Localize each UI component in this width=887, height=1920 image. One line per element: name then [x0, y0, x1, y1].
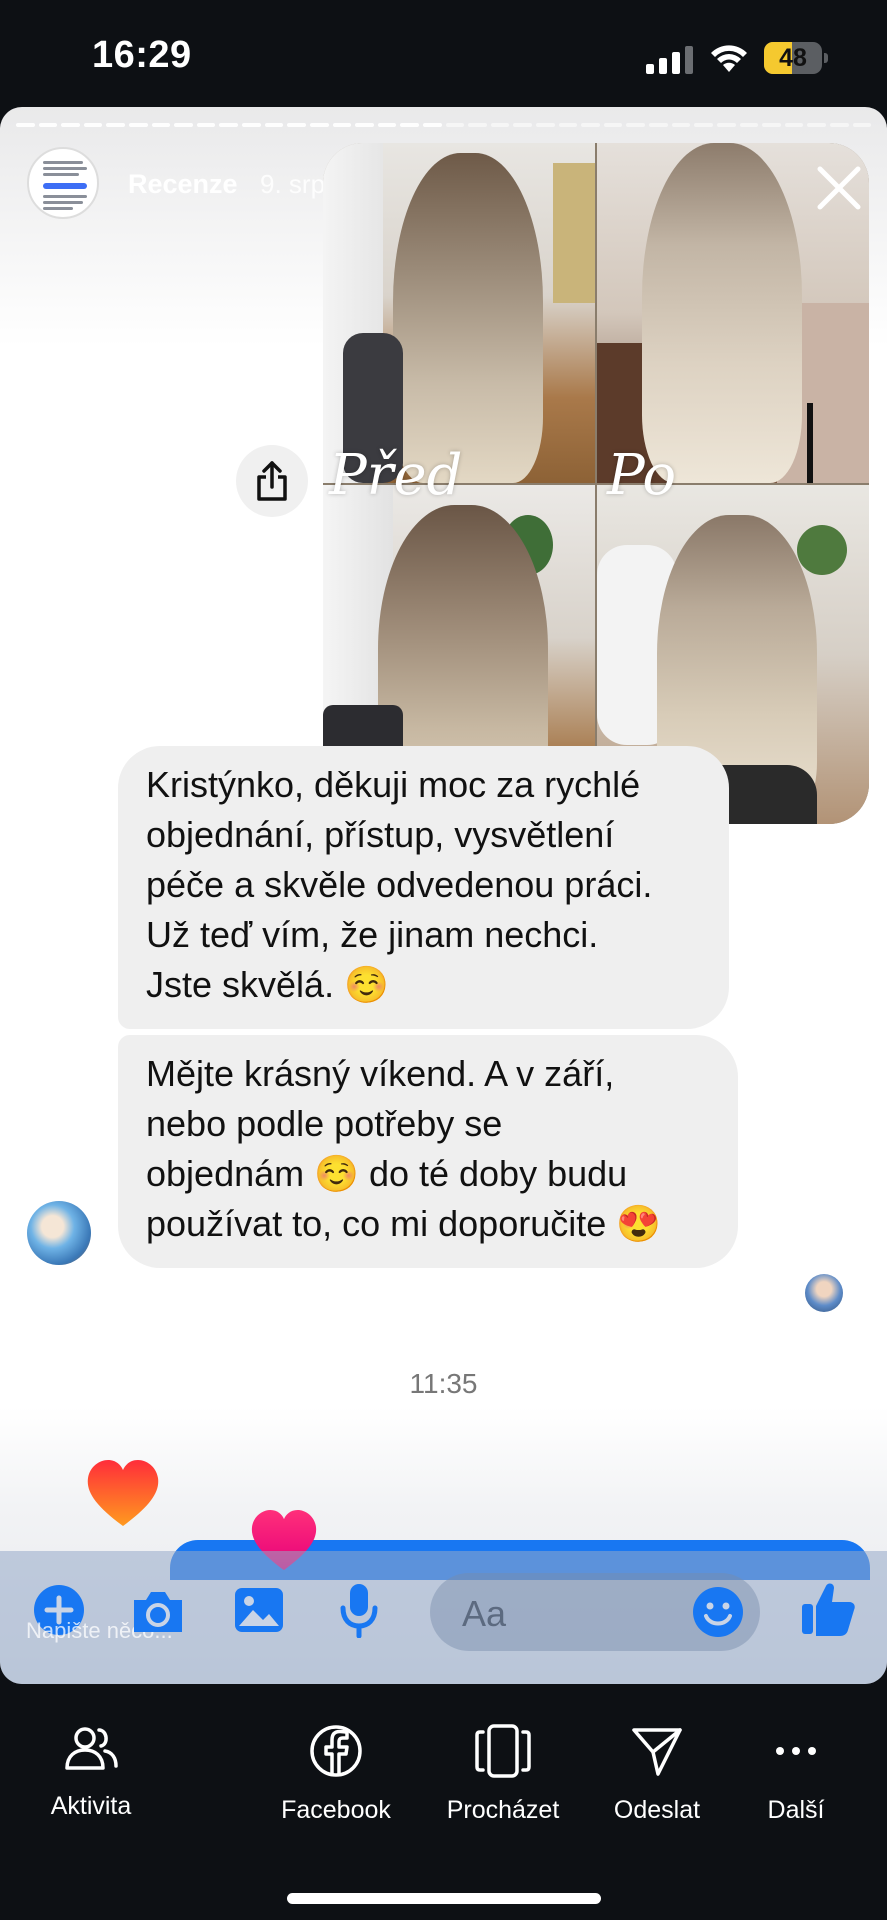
heart-reaction-icon [87, 1460, 159, 1526]
camera-icon[interactable] [130, 1588, 186, 1636]
story-progress-segment [694, 123, 713, 127]
facebook-icon [310, 1725, 362, 1777]
nav-label: Procházet [446, 1796, 560, 1824]
story-progress-segment [16, 123, 35, 127]
nav-activity[interactable]: Aktivita [16, 1724, 166, 1821]
message-text: Mějte krásný víkend. A v září, nebo podl… [146, 1053, 662, 1244]
story-progress-segment [174, 123, 193, 127]
read-receipt-avatar [805, 1274, 843, 1312]
photo-before-top [323, 143, 595, 483]
nav-facebook[interactable]: Facebook [261, 1724, 411, 1825]
message-input-placeholder: Aa [462, 1593, 507, 1634]
gallery-icon[interactable] [233, 1586, 285, 1634]
story-progress-segment [784, 123, 804, 127]
story-progress-segment [377, 123, 397, 127]
story-progress-segment [852, 123, 872, 127]
story-title[interactable]: Recenze [128, 169, 238, 200]
story-progress-segment [242, 123, 261, 127]
share-button[interactable] [236, 445, 308, 517]
nav-label: Odeslat [613, 1796, 701, 1824]
story-progress-segment [671, 123, 691, 127]
home-indicator[interactable] [287, 1893, 601, 1904]
nav-label: Další [767, 1796, 825, 1824]
people-icon [65, 1727, 118, 1770]
story-photo[interactable]: Před Po [323, 143, 869, 824]
story-progress-segment [264, 123, 284, 127]
more-icon [776, 1747, 816, 1755]
story-progress-segment [332, 123, 352, 127]
story-progress-segment [400, 123, 419, 127]
story-progress-segment [445, 123, 465, 127]
story-progress-segment [129, 123, 148, 127]
nav-send[interactable]: Odeslat [582, 1724, 732, 1825]
nav-browse[interactable]: Procházet [428, 1724, 578, 1825]
cellular-signal-icon [646, 46, 693, 74]
story-progress-segment [83, 123, 103, 127]
message-text: Kristýnko, děkuji moc za rychlé objednán… [146, 764, 653, 1005]
browse-icon [475, 1724, 531, 1778]
wifi-icon [711, 45, 747, 72]
story-progress-segment [716, 123, 736, 127]
nav-label: Facebook [281, 1796, 391, 1824]
microphone-icon[interactable] [338, 1582, 380, 1638]
story-progress-segment [490, 123, 510, 127]
story-progress-segment [649, 123, 668, 127]
share-icon [257, 461, 287, 501]
story-progress-segment [829, 123, 849, 127]
close-icon[interactable] [812, 161, 866, 215]
story-progress-segment [196, 123, 216, 127]
bottom-navigation: Aktivita Facebook Procházet Odeslat Dalš… [0, 1684, 887, 1920]
story-progress-segment [309, 123, 329, 127]
story-progress-segment [807, 123, 826, 127]
battery-indicator: 48 [764, 42, 828, 74]
photo-label-before: Před [329, 443, 463, 508]
emoji-icon[interactable] [692, 1586, 744, 1638]
story-progress-segment [151, 123, 171, 127]
message-bubble[interactable]: Kristýnko, děkuji moc za rychlé objednán… [118, 746, 729, 1029]
send-icon [632, 1728, 682, 1776]
message-timestamp: 11:35 [409, 1368, 478, 1399]
story-progress-segment [581, 123, 600, 127]
message-bubble[interactable]: Mějte krásný víkend. A v září, nebo podl… [118, 1035, 738, 1268]
story-progress-segment [468, 123, 487, 127]
story-progress-segment [287, 123, 306, 127]
story-progress-segment [626, 123, 646, 127]
battery-level: 48 [779, 44, 807, 72]
story-progress-segment [762, 123, 781, 127]
story-progress-segment [61, 123, 80, 127]
story-progress-segment [603, 123, 623, 127]
screen: 16:29 48 Recenze 9. srpna Před Po Kristý… [0, 0, 887, 1920]
story-progress-segment [739, 123, 759, 127]
story-progress-segment [422, 123, 442, 127]
story-progress-segment [38, 123, 58, 127]
story-card[interactable]: Recenze 9. srpna 2024 [0, 107, 887, 1684]
thumbs-up-icon[interactable] [800, 1580, 856, 1638]
sender-avatar[interactable] [27, 1201, 91, 1265]
story-progress-segment [219, 123, 239, 127]
story-progress-segment [513, 123, 533, 127]
status-time: 16:29 [92, 34, 192, 76]
story-progress-segment [106, 123, 126, 127]
story-progress-segment [355, 123, 374, 127]
story-avatar[interactable] [27, 147, 99, 219]
status-bar: 16:29 48 [0, 0, 887, 108]
photo-label-after: Po [607, 443, 677, 508]
story-progress-bar [16, 123, 872, 129]
story-progress-segment [536, 123, 555, 127]
nav-label: Aktivita [50, 1792, 132, 1820]
nav-more[interactable]: Další [721, 1724, 871, 1825]
story-progress-segment [558, 123, 578, 127]
